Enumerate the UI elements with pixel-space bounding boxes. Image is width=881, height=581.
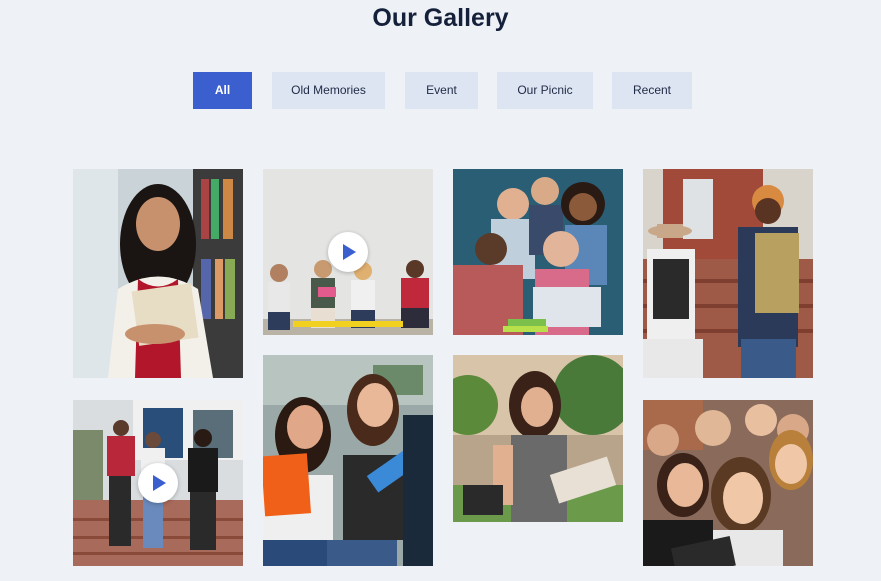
gallery-item-photo-student-writing[interactable] — [453, 355, 623, 522]
filter-recent-button[interactable]: Recent — [612, 72, 692, 109]
gallery-item-photo-friends-laughing[interactable] — [263, 355, 433, 566]
filter-old-memories-button[interactable]: Old Memories — [272, 72, 385, 109]
student-writing-image — [453, 355, 623, 522]
gallery-filter-bar: All Old Memories Event Our Picnic Recent — [0, 72, 881, 109]
gallery-item-photo-group-selfie[interactable] — [643, 400, 813, 566]
students-backpacks-image — [643, 169, 813, 378]
play-icon[interactable] — [328, 232, 368, 272]
gallery-item-video-campus-walk[interactable] — [73, 400, 243, 566]
play-icon[interactable] — [138, 463, 178, 503]
gallery-item-photo-student-library[interactable] — [73, 169, 243, 378]
filter-our-picnic-button[interactable]: Our Picnic — [497, 72, 593, 109]
filter-all-button[interactable]: All — [193, 72, 252, 109]
student-library-image — [73, 169, 243, 378]
filter-event-button[interactable]: Event — [405, 72, 478, 109]
group-laptop-image — [453, 169, 623, 335]
gallery-item-video-group-meeting[interactable] — [263, 169, 433, 335]
group-selfie-image — [643, 400, 813, 566]
gallery-item-photo-students-backpacks[interactable] — [643, 169, 813, 378]
friends-laughing-image — [263, 355, 433, 566]
page-title: Our Gallery — [372, 4, 509, 32]
gallery-item-photo-group-laptop[interactable] — [453, 169, 623, 335]
